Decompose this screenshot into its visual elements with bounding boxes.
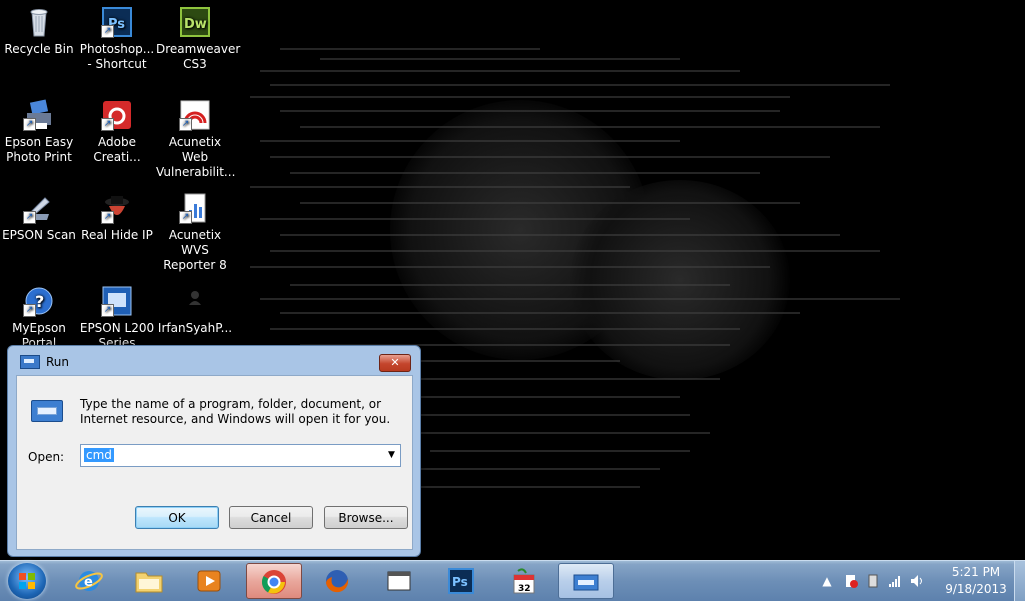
desktop-icon-dreamweaver[interactable]: Dw Dreamweaver CS3 <box>156 6 241 72</box>
desktop-icon-label: Acunetix Web Vulnerabilit... <box>156 135 236 179</box>
taskbar-windows-explorer[interactable] <box>122 563 178 599</box>
show-hidden-icons-icon[interactable]: ▲ <box>820 574 834 588</box>
run-program-icon <box>31 400 63 422</box>
desktop-icon-label: Photoshop... - Shortcut <box>79 42 155 71</box>
browse-button[interactable]: Browse... <box>324 506 408 529</box>
svg-text:?: ? <box>35 292 44 311</box>
clock-date[interactable]: 9/18/2013 <box>940 582 1012 596</box>
epson-manual-icon: ↗ <box>101 285 133 317</box>
folder-icon <box>135 572 163 593</box>
taskbar: e Ps 32 ▲ 5:21 PM 9/18/2013 <box>0 560 1025 601</box>
adobe-creative-cloud-icon: ↗ <box>101 99 133 131</box>
desktop-icon-label: Dreamweaver CS3 <box>156 42 241 71</box>
desktop-icon-adobe-creative[interactable]: ↗ Adobe Creati... <box>78 99 156 165</box>
taskbar-run[interactable] <box>558 563 614 599</box>
show-desktop-button[interactable] <box>1014 561 1025 601</box>
chevron-down-icon[interactable]: ▼ <box>383 445 400 466</box>
desktop-icon-label: EPSON Scan <box>2 228 76 242</box>
action-center-icon[interactable] <box>844 574 858 588</box>
run-title-bar[interactable]: Run <box>18 351 418 373</box>
desktop-icon-label: IrfanSyahP... <box>157 321 233 335</box>
cancel-button[interactable]: Cancel <box>229 506 313 529</box>
dreamweaver-badge: Dw <box>184 17 207 32</box>
open-label: Open: <box>28 450 65 464</box>
open-combobox[interactable]: cmd ▼ <box>80 444 401 467</box>
calendar-icon: 32 <box>513 568 535 594</box>
desktop-icon-label: Epson Easy Photo Print <box>4 135 74 164</box>
taskbar-chrome[interactable] <box>246 563 302 599</box>
epson-photo-print-icon: ↗ <box>23 99 55 131</box>
internet-explorer-icon: e <box>75 571 103 591</box>
recycle-bin-icon <box>23 6 55 38</box>
usb-device-icon[interactable] <box>866 574 880 588</box>
run-icon <box>573 574 599 591</box>
media-player-icon <box>197 570 221 592</box>
desktop-icon-myepson-portal[interactable]: ? ↗ MyEpson Portal <box>0 285 78 351</box>
desktop-icon-user-folder[interactable]: IrfanSyahP... <box>156 285 234 336</box>
real-hide-ip-icon: ↗ <box>101 192 133 224</box>
acunetix-reporter-icon: ↗ <box>179 192 211 224</box>
ok-button[interactable]: OK <box>135 506 219 529</box>
epson-scan-icon: ↗ <box>23 192 55 224</box>
desktop-icon-photoshop-shortcut[interactable]: Ps ↗ Photoshop... - Shortcut <box>78 6 156 72</box>
taskbar-calendar-app[interactable]: 32 <box>496 563 552 599</box>
start-button[interactable] <box>8 563 46 599</box>
desktop-icon-epson-scan[interactable]: ↗ EPSON Scan <box>0 192 78 243</box>
user-folder-icon <box>179 285 211 317</box>
desktop-icon-label: Adobe Creati... <box>93 135 141 164</box>
windows-logo-icon <box>19 573 35 589</box>
desktop-icon-acunetix-reporter[interactable]: ↗ Acunetix WVS Reporter 8 <box>156 192 234 273</box>
desktop-icon-label: Acunetix WVS Reporter 8 <box>163 228 227 272</box>
run-title: Run <box>46 355 70 369</box>
firefox-icon <box>326 570 349 593</box>
run-dialog-body: Type the name of a program, folder, docu… <box>16 375 413 550</box>
run-dialog: Run ✕ Type the name of a program, folder… <box>7 345 421 557</box>
taskbar-window-app[interactable] <box>372 563 428 599</box>
volume-icon[interactable] <box>910 574 924 588</box>
close-button[interactable]: ✕ <box>379 354 411 372</box>
taskbar-internet-explorer[interactable]: e <box>62 563 118 599</box>
desktop-icon-acunetix-web[interactable]: ↗ Acunetix Web Vulnerabilit... <box>156 99 236 180</box>
window-icon <box>387 571 411 591</box>
run-description: Type the name of a program, folder, docu… <box>80 397 391 426</box>
taskbar-photoshop[interactable]: Ps <box>434 563 490 599</box>
dreamweaver-icon: Dw <box>179 6 211 38</box>
run-icon <box>20 355 40 369</box>
desktop-icon-real-hide-ip[interactable]: ↗ Real Hide IP <box>78 192 156 243</box>
chrome-icon <box>261 570 286 594</box>
network-icon[interactable] <box>888 574 902 588</box>
taskbar-media-player[interactable] <box>182 563 238 599</box>
photoshop-icon: Ps ↗ <box>101 6 133 38</box>
desktop: Recycle Bin Ps ↗ Photoshop... - Shortcut… <box>0 0 1025 560</box>
acunetix-web-icon: ↗ <box>179 99 211 131</box>
myepson-portal-icon: ? ↗ <box>23 285 55 317</box>
taskbar-firefox[interactable] <box>310 563 366 599</box>
desktop-icon-label: Real Hide IP <box>81 228 153 242</box>
svg-text:e: e <box>84 575 93 590</box>
open-input-value[interactable]: cmd <box>84 448 114 462</box>
close-icon: ✕ <box>390 356 400 369</box>
clock-time[interactable]: 5:21 PM <box>940 565 1012 579</box>
desktop-icon-label: Recycle Bin <box>4 42 74 56</box>
desktop-icon-recycle-bin[interactable]: Recycle Bin <box>0 6 78 57</box>
photoshop-badge: Ps <box>452 575 468 589</box>
calendar-badge: 32 <box>518 584 531 594</box>
photoshop-icon: Ps <box>448 568 474 594</box>
desktop-icon-epson-easy-photo-print[interactable]: ↗ Epson Easy Photo Print <box>0 99 78 165</box>
